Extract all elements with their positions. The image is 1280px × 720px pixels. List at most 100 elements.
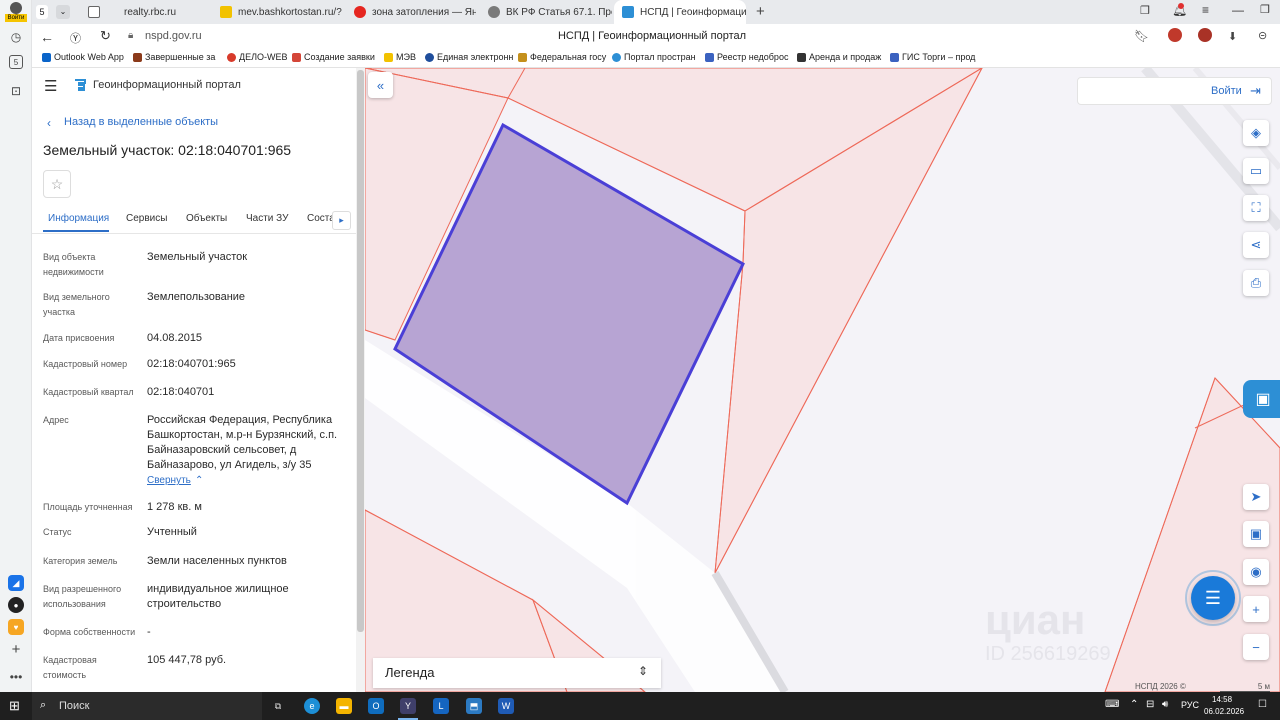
keyboard-icon[interactable]: ⌨ — [1105, 699, 1119, 710]
restore-icon[interactable]: ❐ — [1260, 3, 1270, 16]
tab-4[interactable]: ВК РФ Статья 67.1. Предот — [480, 0, 612, 24]
chat-button[interactable]: ☰ — [1191, 576, 1235, 620]
language-indicator[interactable]: РУС — [1181, 700, 1199, 710]
zoom-out-button[interactable]: − — [1243, 634, 1269, 660]
bookmark-item[interactable]: Outlook Web App — [42, 52, 124, 62]
login-avatar[interactable]: Войти — [5, 2, 27, 22]
extension-icon-2[interactable] — [1198, 28, 1212, 42]
share-button[interactable]: ⋖ — [1243, 232, 1269, 258]
url-field[interactable]: nspd.gov.ru — [145, 30, 202, 42]
map-canvas[interactable]: « Войти ⇥ ◈ ▭ ⛶ ⋖ ⎙ ▣ ➤ ▣ ◉ + − ☰ циан I… — [365, 68, 1280, 692]
app-icon-2[interactable]: ● — [8, 597, 24, 613]
ruler-button[interactable]: ▭ — [1243, 158, 1269, 184]
add-icon[interactable]: + — [7, 640, 25, 658]
minimize-icon[interactable]: — — [1232, 3, 1244, 17]
layers-button[interactable]: ◈ — [1243, 120, 1269, 146]
lync-icon[interactable]: L — [433, 698, 449, 714]
chevron-up-icon[interactable]: ⌃ — [195, 475, 203, 486]
nspd-favicon — [622, 6, 634, 18]
search-location-button[interactable]: ◉ — [1243, 559, 1269, 585]
back-icon[interactable]: ← — [40, 29, 54, 45]
geolocation-button[interactable]: ➤ — [1243, 484, 1269, 510]
tabs-dropdown-icon[interactable]: ⌄ — [56, 5, 70, 19]
collections-icon[interactable]: ❐ — [1140, 4, 1150, 17]
bookmark-item[interactable]: МЭВ — [384, 52, 416, 62]
hamburger-menu-icon[interactable]: ☰ — [44, 77, 57, 95]
field-label: Кадастровая стоимость — [43, 655, 97, 680]
bookmark-item[interactable]: Единая электронн — [425, 52, 513, 62]
task-view-icon[interactable]: ⧉ — [270, 698, 286, 714]
bookmark-item[interactable]: Портал простран — [612, 52, 696, 62]
plus-icon: + — [1252, 601, 1260, 617]
tab-3[interactable]: зона затопления — Яндекс — [346, 0, 476, 24]
bookmark-item[interactable]: ГИС Торги – прод — [890, 52, 975, 62]
clock-time[interactable]: 14:58 — [1212, 695, 1232, 704]
expand-collapse-icon[interactable]: ⇕ — [638, 664, 648, 678]
collapse-panel-button[interactable]: « — [368, 72, 393, 98]
bookmark-item[interactable]: Завершенные за — [133, 52, 215, 62]
taskbar-search[interactable]: ⌕ Поиск — [32, 692, 262, 720]
profile-icon[interactable]: ⊝ — [1258, 29, 1267, 42]
new-tab-icon[interactable]: + — [756, 3, 765, 20]
bookmark-item[interactable]: Создание заявки — [292, 52, 375, 62]
favorite-star-icon[interactable]: ☆ — [43, 170, 71, 198]
feedback-tab[interactable]: ▣ — [1243, 380, 1280, 418]
legend-panel[interactable]: Легенда ⇕ — [373, 658, 661, 688]
scrollbar-thumb[interactable] — [357, 70, 364, 632]
collapse-link[interactable]: Свернуть — [147, 475, 191, 486]
file-explorer-icon[interactable]: ▬ — [336, 698, 352, 714]
notification-center-icon[interactable]: ☐ — [1258, 699, 1267, 710]
chevron-left-icon[interactable]: ‹ — [47, 116, 51, 130]
menu-icon[interactable]: ≡ — [1202, 3, 1209, 17]
network-icon[interactable]: ⊟ — [1146, 699, 1154, 710]
portal-title: Геоинформационный портал — [93, 79, 241, 91]
tab-1[interactable]: realty.rbc.ru — [80, 0, 208, 24]
screenshot-icon[interactable]: ⊡ — [7, 82, 25, 100]
login-box[interactable]: Войти ⇥ — [1077, 77, 1272, 105]
minimap-button[interactable]: ▣ — [1243, 521, 1269, 547]
bookmark-item[interactable]: Реестр недоброс — [705, 52, 788, 62]
bookmark-item[interactable]: Федеральная госу — [518, 52, 606, 62]
app-icon-3[interactable]: ♥ — [8, 619, 24, 635]
select-area-button[interactable]: ⛶ — [1243, 195, 1269, 221]
tab-count-icon[interactable]: 5 — [9, 55, 23, 69]
tab-2[interactable]: mev.bashkortostan.ru/?new — [212, 0, 342, 24]
tab-services[interactable]: Сервисы — [126, 213, 167, 224]
tab-composition[interactable]: Соста — [307, 213, 333, 224]
yandex-browser-icon[interactable]: Y — [400, 698, 416, 714]
tabs-scroll-right-icon[interactable]: ▸ — [332, 211, 351, 230]
location-search-icon: ◉ — [1250, 564, 1262, 579]
bookmark-icon[interactable]: 🔖︎ — [1134, 29, 1149, 43]
extension-icon-1[interactable] — [1168, 28, 1182, 42]
word-icon[interactable]: W — [498, 698, 514, 714]
tab-objects[interactable]: Объекты — [186, 213, 227, 224]
clock-icon[interactable]: ◷ — [7, 28, 25, 46]
print-button[interactable]: ⎙ — [1243, 270, 1269, 296]
login-button[interactable]: Войти — [1211, 85, 1242, 97]
tab-parts[interactable]: Части ЗУ — [246, 213, 288, 224]
zoom-in-button[interactable]: + — [1243, 596, 1269, 622]
field-value: Земли населенных пунктов — [147, 555, 287, 567]
volume-icon[interactable]: 🔊︎ — [1162, 699, 1168, 710]
app-icon[interactable]: ⬒ — [466, 698, 482, 714]
bookmark-item[interactable]: Аренда и продаж — [797, 52, 881, 62]
panel-scrollbar[interactable] — [356, 68, 365, 692]
yandex-home-icon[interactable]: Ⓨ — [70, 30, 81, 46]
tabs-divider — [32, 233, 356, 234]
more-icon[interactable]: ••• — [7, 668, 25, 686]
bookmark-item[interactable]: ДЕЛО-WEB — [227, 52, 288, 62]
chevron-up-tray-icon[interactable]: ⌃ — [1130, 699, 1138, 710]
tab-active[interactable]: НСПД | Геоинформационный✕ — [614, 0, 746, 24]
reload-icon[interactable]: ↻ — [100, 28, 111, 44]
windows-start-icon[interactable]: ⊞ — [9, 698, 20, 714]
outlook-icon[interactable]: O — [368, 698, 384, 714]
app-icon-1[interactable]: ◢ — [8, 575, 24, 591]
field-label: Площадь уточненная — [43, 502, 133, 512]
edge-icon[interactable]: e — [304, 698, 320, 714]
tab-count-badge[interactable]: 5 — [36, 5, 48, 19]
tab-info[interactable]: Информация — [48, 213, 109, 224]
back-to-selected-link[interactable]: Назад в выделенные объекты — [64, 116, 218, 128]
clock-date[interactable]: 06.02.2026 — [1204, 707, 1244, 716]
download-icon[interactable]: ⬇ — [1228, 30, 1237, 43]
print-icon: ⎙ — [1250, 275, 1262, 290]
